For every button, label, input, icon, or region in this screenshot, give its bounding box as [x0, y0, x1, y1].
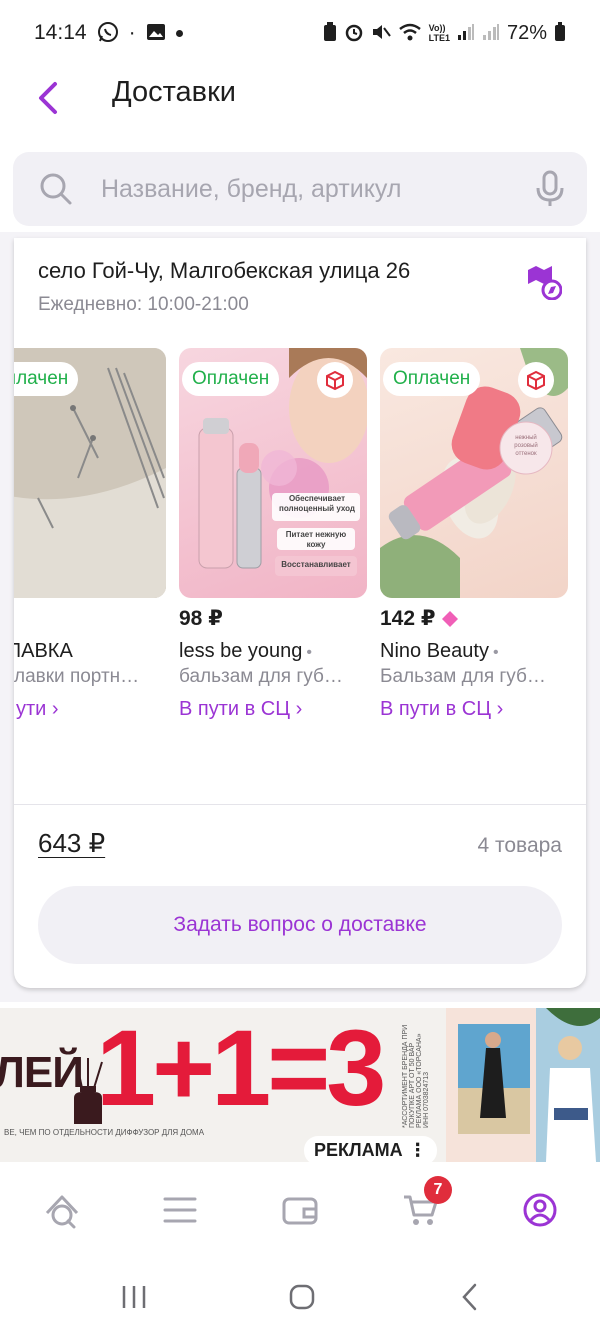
separator-dot: • [492, 644, 499, 661]
product-image-caption: Обеспечивает полноценный уход [279, 494, 355, 513]
cart-count-badge: 7 [424, 1176, 452, 1204]
product-brand: less be young • [179, 640, 312, 663]
ad-legal-text: *АССОРТИМЕНТ БРЕНДА ПРИ ПОКУПКЕ АРТ ОТ 5… [402, 1024, 430, 1128]
more-vertical-icon[interactable]: ⋮ [409, 1140, 427, 1161]
battery-saver-icon [323, 21, 337, 45]
product-image[interactable]: Оплачен нежный розовый оттенок [380, 348, 568, 598]
recent-apps-icon [122, 1286, 146, 1308]
search-icon[interactable] [39, 172, 73, 206]
box-icon [317, 362, 353, 398]
product-brand-name: less be young [179, 640, 303, 662]
profile-icon [523, 1193, 557, 1227]
chevron-left-icon [39, 82, 57, 114]
home-icon [45, 1195, 79, 1229]
product-description: бальзам для губ… [179, 666, 343, 687]
tab-cart[interactable]: 7 [400, 1176, 452, 1230]
product-image[interactable]: Оплачен Обеспечивает полноценный уход Пи… [179, 348, 367, 598]
back-button[interactable] [28, 78, 68, 118]
tab-wallet[interactable] [280, 1190, 320, 1230]
status-bar: 14:14 · Vo)) LTE1 72% [0, 0, 600, 66]
product-brand: Nino Beauty • [380, 640, 499, 663]
product-price: 98 ₽ [179, 606, 223, 631]
search-bar[interactable] [13, 152, 587, 226]
home-circle-icon [289, 1284, 315, 1310]
product-price-value: 98 ₽ [179, 607, 223, 630]
ad-label-text: РЕКЛАМА [314, 1140, 403, 1160]
app-header: Доставки [0, 66, 600, 146]
delivery-address: село Гой-Чу, Малгобекская улица 26 [38, 258, 411, 283]
signal-2-icon [482, 23, 500, 44]
divider [14, 804, 586, 805]
pickup-hours: Ежедневно: 10:00-21:00 [38, 294, 249, 315]
alarm-icon [344, 22, 364, 45]
product-status-link[interactable]: В пути в СЦ › [380, 698, 503, 721]
menu-icon [163, 1197, 197, 1223]
product-brand-name: Nino Beauty [380, 640, 489, 662]
delivery-total[interactable]: 643 ₽ [38, 828, 105, 859]
product-status-link[interactable]: В пути в СЦ › [179, 698, 302, 721]
items-count: 4 товара [477, 834, 562, 857]
tab-home[interactable] [42, 1190, 82, 1230]
status-right: Vo)) LTE1 72% [323, 21, 566, 45]
paid-badge: Оплачен [14, 362, 79, 396]
network-volte: Vo)) [428, 23, 446, 33]
product-card[interactable]: Оплачен ₽ ЛАВКА лавки портн… ути › [14, 348, 166, 720]
gallery-icon [146, 22, 166, 45]
ad-photos-icon [446, 1008, 600, 1162]
status-time: 14:14 [34, 21, 87, 44]
product-price-value: 142 ₽ [380, 607, 436, 630]
microphone-icon[interactable] [535, 170, 565, 208]
network-type: Vo)) LTE1 [429, 23, 450, 43]
ad-label[interactable]: РЕКЛАМА ⋮ [304, 1136, 437, 1162]
mute-icon [371, 22, 391, 45]
home-button[interactable] [282, 1282, 322, 1312]
battery-icon [554, 21, 566, 45]
system-back-button[interactable] [450, 1282, 490, 1312]
ad-promo-text: 1+1=3 [96, 1008, 386, 1128]
wallet-icon [282, 1197, 318, 1225]
wifi-icon [398, 22, 422, 45]
product-card[interactable]: Оплачен нежный розовый оттенок 142 ₽ Nin… [380, 348, 568, 720]
paid-badge: Оплачен [182, 362, 280, 396]
tab-catalog[interactable] [160, 1190, 200, 1230]
whatsapp-icon [97, 21, 119, 46]
status-dot: · [128, 21, 136, 44]
diamond-icon [442, 610, 459, 627]
ask-about-delivery-button[interactable]: Задать вопрос о доставке [38, 886, 562, 964]
product-brand: ЛАВКА [14, 640, 73, 662]
product-image-caption: нежный розовый оттенок [514, 435, 538, 457]
page-title: Доставки [112, 76, 236, 108]
product-image-caption: Восстанавливает [281, 560, 351, 569]
back-arrow-icon [462, 1283, 477, 1311]
status-left: 14:14 · [34, 21, 183, 46]
product-price: 142 ₽ [380, 606, 459, 631]
ad-fine-print: ВЕ, ЧЕМ ПО ОТДЕЛЬНОСТИ ДИФФУЗОР ДЛЯ ДОМА [4, 1128, 205, 1137]
bottom-tab-bar: 7 [0, 1170, 600, 1262]
recent-apps-button[interactable] [114, 1282, 154, 1312]
product-status-link[interactable]: ути › [16, 698, 59, 721]
system-nav-bar [0, 1262, 600, 1332]
map-pin-icon[interactable] [526, 264, 562, 300]
search-input[interactable] [101, 152, 521, 226]
product-description: Бальзам для губ… [380, 666, 546, 687]
separator-dot: • [306, 644, 313, 661]
network-lte: LTE1 [428, 33, 450, 43]
delivery-card: село Гой-Чу, Малгобекская улица 26 Ежедн… [14, 238, 586, 988]
ad-banner[interactable]: ЛЕЙ 1+1=3 ВЕ, ЧЕМ ПО ОТДЕЛЬНОСТИ ДИФФУЗО… [0, 1008, 600, 1162]
battery-percent: 72% [506, 21, 547, 44]
product-description: лавки портн… [14, 666, 140, 687]
status-notification-dot [175, 29, 183, 37]
tab-profile[interactable] [520, 1190, 560, 1230]
product-image-caption: Питает нежную кожу [285, 530, 347, 549]
paid-badge: Оплачен [383, 362, 481, 396]
box-icon [518, 362, 554, 398]
products-carousel[interactable]: Оплачен ₽ ЛАВКА лавки портн… ути › [14, 348, 586, 728]
product-card[interactable]: Оплачен Обеспечивает полноценный уход Пи… [179, 348, 367, 720]
product-image[interactable]: Оплачен [14, 348, 166, 598]
signal-icon [457, 23, 475, 44]
